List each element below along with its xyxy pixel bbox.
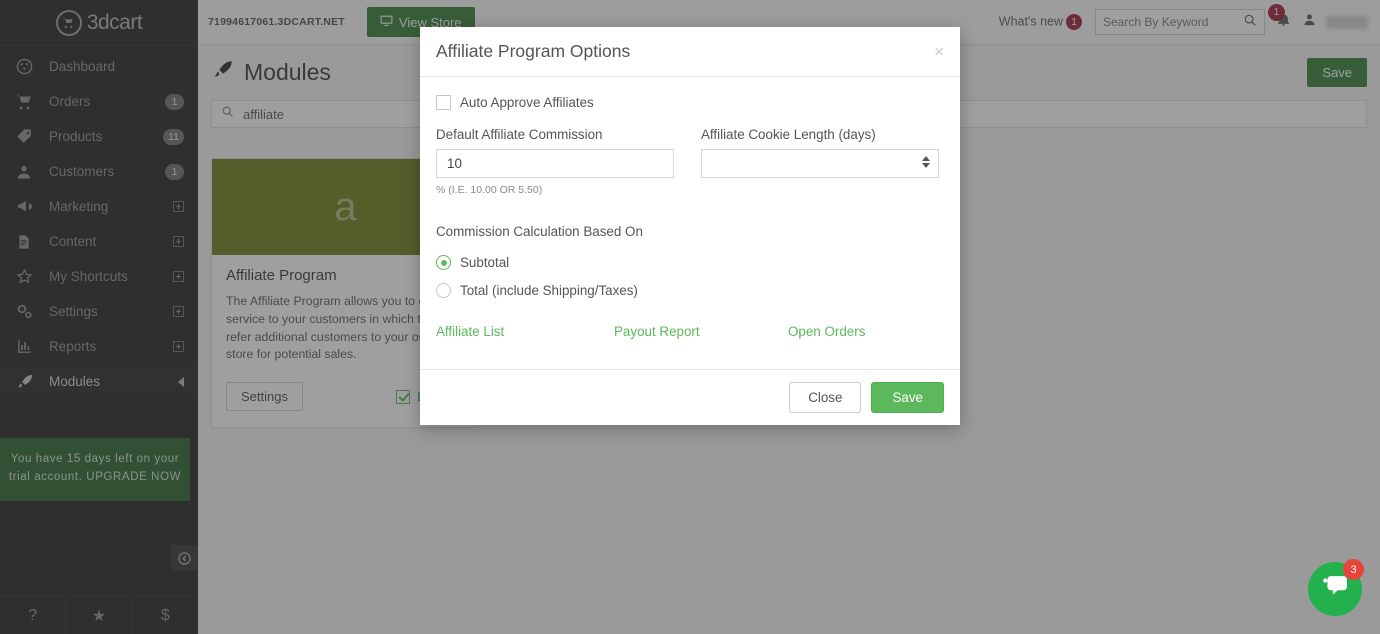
modal-title: Affiliate Program Options xyxy=(436,41,631,61)
cookie-length-label: Affiliate Cookie Length (days) xyxy=(701,127,876,142)
link-payout-report[interactable]: Payout Report xyxy=(614,324,788,339)
auto-approve-label: Auto Approve Affiliates xyxy=(460,95,594,110)
chat-widget-button[interactable]: 3 xyxy=(1308,559,1364,616)
app-root: 3dcart DashboardOrders1Products11Custome… xyxy=(0,0,1380,634)
modal-links: Affiliate List Payout Report Open Orders xyxy=(436,324,944,339)
affiliate-program-options-modal: Affiliate Program Options × Auto Approve… xyxy=(420,27,960,425)
radio-button[interactable] xyxy=(436,255,451,270)
chat-badge: 3 xyxy=(1343,559,1364,580)
radio-button[interactable] xyxy=(436,283,451,298)
commission-label: Default Affiliate Commission xyxy=(436,127,603,142)
radio-subtotal[interactable]: Subtotal xyxy=(436,255,944,270)
close-icon[interactable]: × xyxy=(934,43,944,60)
chat-bubble-icon xyxy=(1322,574,1348,605)
link-open-orders[interactable]: Open Orders xyxy=(788,324,865,339)
modal-fields: Default Affiliate Commission % (I.E. 10.… xyxy=(436,127,944,196)
cookie-length-input[interactable] xyxy=(701,149,939,178)
auto-approve-row[interactable]: Auto Approve Affiliates xyxy=(436,95,944,110)
cookie-length-field: Affiliate Cookie Length (days) xyxy=(701,127,939,196)
commission-hint: % (I.E. 10.00 OR 5.50) xyxy=(436,184,543,196)
radio-label: Total (include Shipping/Taxes) xyxy=(460,283,638,298)
modal-header: Affiliate Program Options × xyxy=(420,27,960,77)
modal-body: Auto Approve Affiliates Default Affiliat… xyxy=(420,77,960,369)
modal-footer: Close Save xyxy=(420,369,960,425)
modal-close-button[interactable]: Close xyxy=(789,382,862,413)
modal-save-button[interactable]: Save xyxy=(871,382,944,413)
radio-label: Subtotal xyxy=(460,255,510,270)
link-affiliate-list[interactable]: Affiliate List xyxy=(436,324,614,339)
commission-input[interactable] xyxy=(436,149,674,178)
commission-field: Default Affiliate Commission % (I.E. 10.… xyxy=(436,127,674,196)
auto-approve-checkbox[interactable] xyxy=(436,95,451,110)
commission-calc-label: Commission Calculation Based On xyxy=(436,224,643,239)
commission-calc-radio-group: Subtotal Total (include Shipping/Taxes) xyxy=(436,255,944,298)
radio-total-include-shipping-taxes[interactable]: Total (include Shipping/Taxes) xyxy=(436,283,944,298)
